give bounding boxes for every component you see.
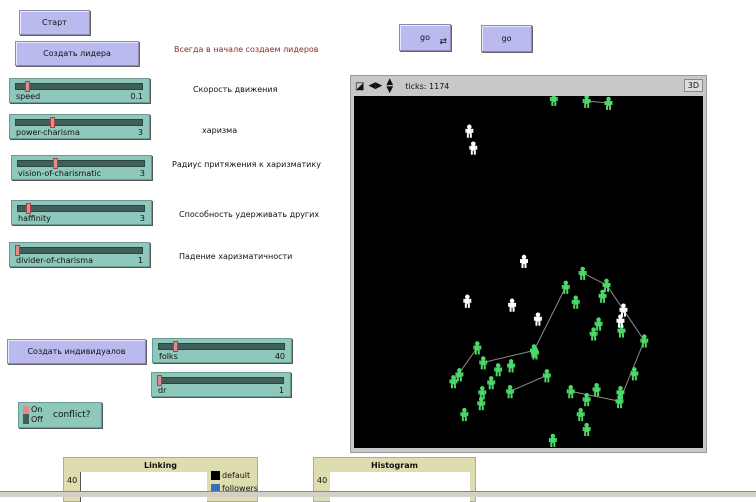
switch-toggle[interactable] [23,406,29,424]
note-retain: Способность удерживать других [179,210,320,219]
go-forever-label: go [420,33,430,42]
slider-knob[interactable] [15,245,20,256]
follower-turtle [460,407,469,422]
note-leaders-first: Всегда в начале создаем лидеров [174,45,319,54]
create-individuals-button[interactable]: Создать индивидуалов [7,339,146,364]
link-line [483,350,535,363]
slider-label: vision-of-charismatic [18,169,102,178]
slider-folks[interactable]: folks 40 [152,338,292,363]
follower-turtle [582,96,591,108]
slider-track[interactable] [157,377,284,384]
switch-off-label: Off [31,415,43,424]
follower-turtle [578,266,587,280]
switch-on-label: On [31,405,43,414]
follower-turtle [594,317,603,331]
slider-knob[interactable] [172,341,178,352]
slider-track[interactable] [17,205,145,212]
linking-ymax: 40 [67,476,78,485]
world-view: ◪ ◀▶ ▲ ▼ ticks: 1174 3D [350,75,707,453]
go-forever-button[interactable]: go ⇄ [399,24,451,51]
slider-speed[interactable]: speed 0.1 [9,78,150,103]
slider-value: 40 [274,352,285,361]
follower-turtle [542,369,551,383]
slider-dr[interactable]: dr 1 [151,372,291,397]
leader-turtle [469,141,478,155]
follower-turtle [487,376,496,390]
link-line [509,374,548,392]
conflict-switch[interactable]: On Off conflict? [18,402,102,428]
follower-turtle [566,385,575,399]
follower-turtle [582,422,591,437]
horizontal-arrows-icon[interactable]: ◀▶ [368,81,382,91]
start-button[interactable]: Старт [19,10,90,35]
note-speed: Скорость движения [193,85,278,94]
slider-knob[interactable] [25,203,31,214]
slider-track[interactable] [15,247,143,254]
linking-plot-area [80,472,207,502]
slider-label: folks [159,352,178,361]
follower-turtle [479,356,488,370]
follower-turtle [549,96,558,106]
leader-turtle [463,294,472,308]
note-drop: Падение харизматичности [179,252,293,261]
slider-label: haffinity [18,214,51,223]
slider-knob[interactable] [53,158,59,169]
create-leader-button[interactable]: Создать лидера [15,41,139,66]
slider-value: 0.1 [130,92,143,101]
histogram-ymax: 40 [317,476,328,485]
note-charisma: харизма [202,126,238,135]
histogram-plot-area [330,472,470,502]
follower-turtle [494,363,503,377]
slider-value: 3 [137,128,143,137]
slider-haffinity[interactable]: haffinity 3 [11,200,152,225]
slider-track[interactable] [17,160,145,167]
leader-turtle [533,312,542,326]
slider-value: 3 [139,169,145,178]
slider-knob[interactable] [25,81,30,92]
slider-knob[interactable] [157,375,162,386]
slider-label: power-charisma [16,128,80,137]
slider-value: 1 [137,256,143,265]
slider-label: speed [16,92,41,101]
follower-turtle [630,367,639,381]
follower-turtle [592,383,601,397]
follower-turtle [576,407,585,422]
3d-button[interactable]: 3D [683,79,703,92]
slider-divider-of-charisma[interactable]: divider-of-charisma 1 [9,242,150,267]
follower-turtle [506,385,515,399]
slider-track[interactable] [15,119,143,126]
vertical-arrows-icon[interactable]: ▲ ▼ [386,78,393,95]
resize-icon[interactable]: ◪ [355,81,364,92]
slider-label: divider-of-charisma [16,256,93,265]
follower-turtle [507,359,516,373]
view-toolbar: ◪ ◀▶ ▲ ▼ ticks: 1174 3D [351,76,706,96]
follower-turtle [548,433,557,447]
follower-turtle [530,346,539,360]
slider-label: dr [158,386,167,395]
slider-track[interactable] [15,83,143,90]
legend-default: default [211,471,250,480]
slider-power-charisma[interactable]: power-charisma 3 [9,114,150,139]
leader-turtle [508,298,517,312]
follower-turtle [604,96,613,110]
follower-turtle [571,295,580,309]
bottom-scrollbar[interactable] [0,491,756,497]
linking-plot-title: Linking [143,461,178,470]
note-radius: Радиус притяжения к харизматику [172,160,321,169]
world-canvas[interactable] [354,96,703,448]
go-once-button[interactable]: go [481,25,532,52]
slider-vision-of-charismatic[interactable]: vision-of-charismatic 3 [11,155,152,180]
follower-turtle [473,341,482,355]
slider-value: 1 [278,386,284,395]
histogram-plot-title: Histogram [371,461,418,470]
leader-turtle [520,254,528,269]
slider-value: 3 [139,214,145,223]
legend-default-label: default [222,471,251,480]
leader-turtle [465,124,474,138]
slider-knob[interactable] [50,117,55,128]
switch-label: conflict? [53,410,91,420]
ticks-counter: ticks: 1174 [405,81,450,91]
forever-icon: ⇄ [439,37,447,47]
